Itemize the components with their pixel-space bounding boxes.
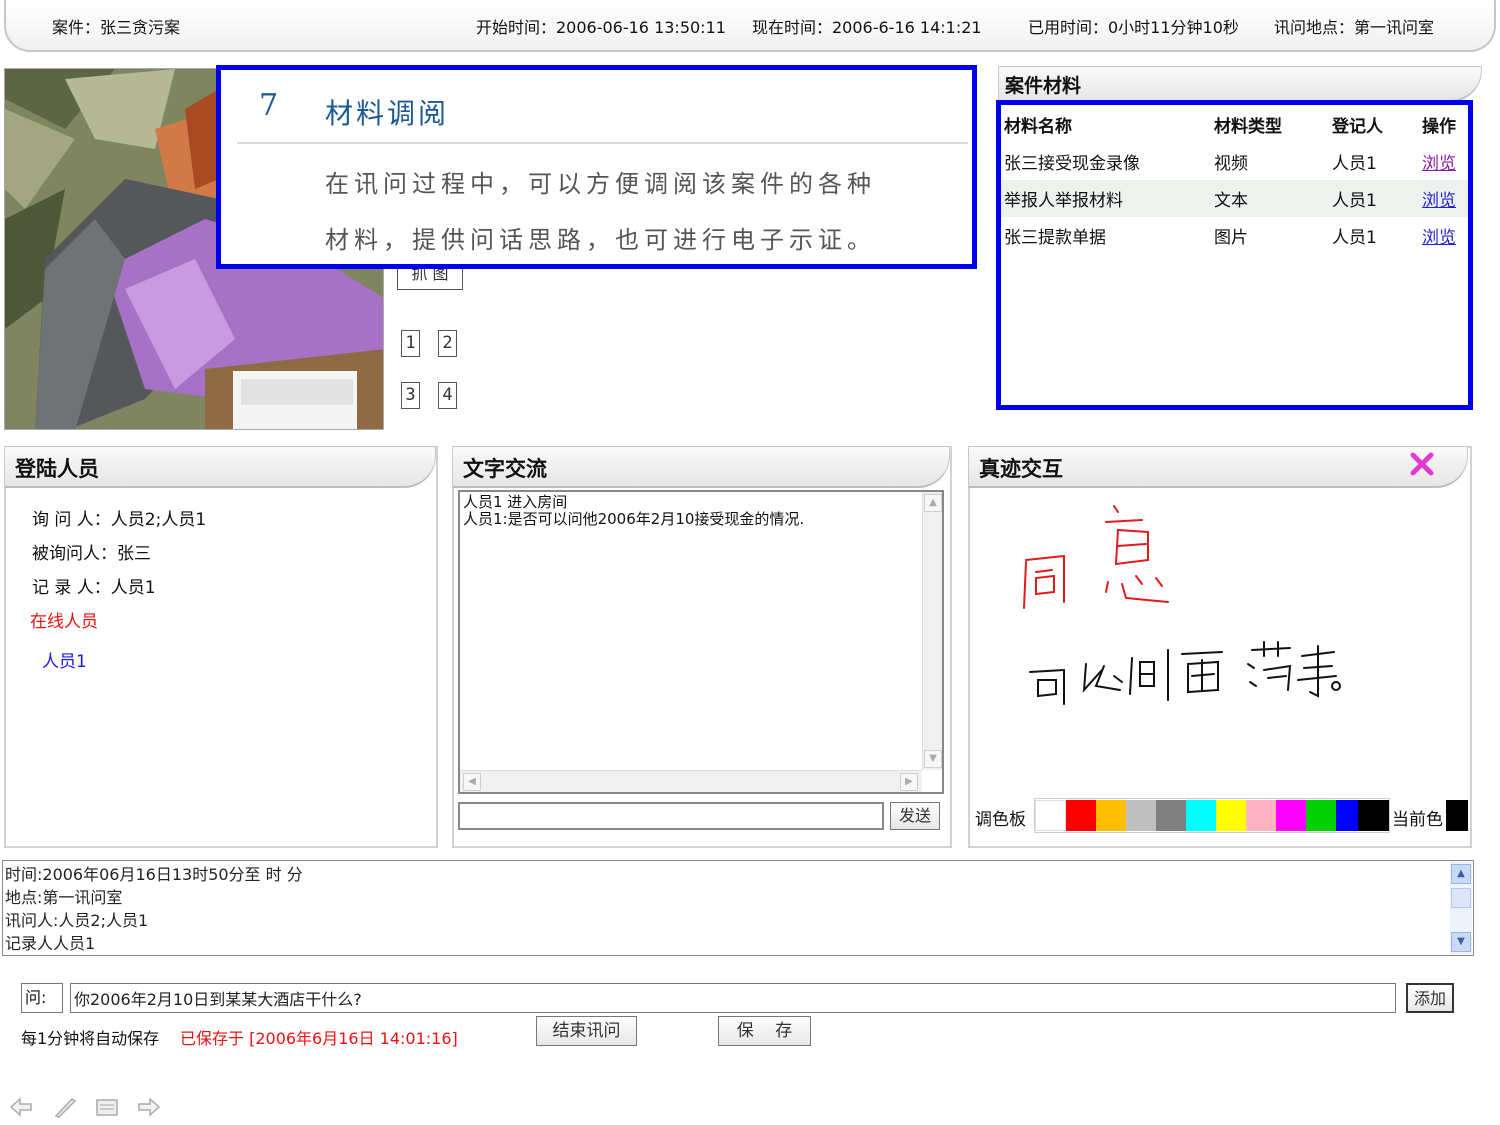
browse-link[interactable]: 浏览 xyxy=(1422,154,1456,174)
close-icon[interactable] xyxy=(1408,450,1436,478)
materials-header-row: 材料名称 材料类型 登记人 操作 xyxy=(1001,105,1468,143)
chat-log[interactable]: 人员1 进入房间 人员1:是否可以问他2006年2月10接受现金的情况. ▲ ▼… xyxy=(458,490,944,794)
record-scrollbar[interactable]: ▲ ▼ xyxy=(1450,862,1472,954)
palette-label: 调色板 xyxy=(975,810,1026,830)
color-swatch-orange[interactable] xyxy=(1096,800,1127,831)
record-line: 讯问人:人员2;人员1 xyxy=(5,911,149,930)
material-name: 张三提款单据 xyxy=(1001,217,1211,254)
record-line: 时间:2006年06月16日13时50分至 时 分 xyxy=(5,865,303,884)
material-name: 举报人举报材料 xyxy=(1001,180,1211,217)
saved-timestamp: 已保存于 [2006年6月16日 14:01:16] xyxy=(180,1029,458,1048)
send-button[interactable]: 发送 xyxy=(890,802,940,830)
interrogation-record[interactable]: 时间:2006年06月16日13时50分至 时 分 地点:第一讯问室 讯问人:人… xyxy=(2,860,1474,956)
callout-divider xyxy=(237,142,968,144)
color-swatch-cyan[interactable] xyxy=(1186,800,1217,831)
chat-vertical-scrollbar[interactable]: ▲ ▼ xyxy=(922,492,942,770)
end-interrogation-button[interactable]: 结束讯问 xyxy=(536,1016,637,1046)
scroll-down-icon[interactable]: ▼ xyxy=(1451,932,1471,952)
online-users-heading: 在线人员 xyxy=(30,612,98,632)
scroll-left-icon[interactable]: ◀ xyxy=(463,773,481,791)
material-type: 视频 xyxy=(1211,143,1329,180)
color-swatch-red[interactable] xyxy=(1066,800,1097,831)
channel-3-button[interactable]: 3 xyxy=(401,382,420,409)
elapsed-time: 已用时间：0小时11分钟10秒 xyxy=(1028,18,1239,37)
column-header-action: 操作 xyxy=(1422,116,1456,137)
color-swatch-gray[interactable] xyxy=(1156,800,1187,831)
column-header-registrar: 登记人 xyxy=(1332,116,1383,137)
question-input[interactable] xyxy=(70,983,1396,1013)
materials-panel-tab: 案件材料 xyxy=(998,66,1482,102)
chat-input[interactable] xyxy=(458,802,884,830)
materials-table: 材料名称 材料类型 登记人 操作 张三接受现金录像 视频 人员1 浏览 举报人举… xyxy=(1001,105,1468,254)
channel-1-button[interactable]: 1 xyxy=(401,330,420,357)
materials-panel: 材料名称 材料类型 登记人 操作 张三接受现金录像 视频 人员1 浏览 举报人举… xyxy=(996,100,1473,410)
material-name: 张三接受现金录像 xyxy=(1001,143,1211,180)
current-color-swatch xyxy=(1446,800,1468,831)
material-registrar: 人员1 xyxy=(1329,217,1419,254)
column-header-name: 材料名称 xyxy=(1004,116,1072,137)
back-arrow-icon[interactable] xyxy=(8,1095,34,1119)
current-time: 现在时间：2006-6-16 14:1:21 xyxy=(752,18,982,37)
menu-icon[interactable] xyxy=(94,1097,120,1119)
callout-line-2: 材料，提供问话思路，也可进行电子示证。 xyxy=(325,226,876,254)
material-registrar: 人员1 xyxy=(1329,143,1419,180)
add-question-button[interactable]: 添加 xyxy=(1406,983,1454,1013)
record-line: 记录人人员1 xyxy=(5,934,96,953)
column-header-type: 材料类型 xyxy=(1214,116,1282,137)
participants-list: 询 问 人：人员2;人员1 被询问人：张三 记 录 人：人员1 xyxy=(32,503,206,605)
callout-body: 在讯问过程中，可以方便调阅该案件的各种 材料，提供问话思路，也可进行电子示证。 xyxy=(325,156,925,268)
current-color-label: 当前色 xyxy=(1392,810,1443,830)
pen-icon[interactable] xyxy=(52,1095,78,1119)
autosave-note: 每1分钟将自动保存 xyxy=(21,1029,160,1048)
callout-title: 材料调阅 xyxy=(325,97,450,130)
callout-line-1: 在讯问过程中，可以方便调阅该案件的各种 xyxy=(325,170,876,198)
chat-panel-tab: 文字交流 xyxy=(452,446,950,488)
session-status-bar: 案件：张三贪污案 开始时间：2006-06-16 13:50:11 现在时间：2… xyxy=(4,0,1496,52)
question-label: 问: xyxy=(21,983,63,1013)
material-type: 文本 xyxy=(1211,180,1329,217)
channel-4-button[interactable]: 4 xyxy=(438,382,457,409)
chat-message: 人员1 进入房间 xyxy=(463,493,568,511)
table-row: 举报人举报材料 文本 人员1 浏览 xyxy=(1001,180,1468,217)
login-panel-tab: 登陆人员 xyxy=(4,446,436,488)
table-row: 张三接受现金录像 视频 人员1 浏览 xyxy=(1001,143,1468,180)
color-swatch-green[interactable] xyxy=(1306,800,1337,831)
color-swatch-white[interactable] xyxy=(1035,800,1066,831)
start-time: 开始时间：2006-06-16 13:50:11 xyxy=(476,18,726,37)
color-swatch-silver[interactable] xyxy=(1126,800,1157,831)
handwriting-panel-tab: 真迹交互 xyxy=(968,446,1468,488)
callout-number: 7 xyxy=(259,88,279,123)
chat-messages: 人员1 进入房间 人员1:是否可以问他2006年2月10接受现金的情况. xyxy=(463,494,804,528)
scroll-up-icon[interactable]: ▲ xyxy=(924,494,942,512)
browse-link[interactable]: 浏览 xyxy=(1422,228,1456,248)
material-registrar: 人员1 xyxy=(1329,180,1419,217)
case-name: 案件：张三贪污案 xyxy=(52,18,181,37)
color-swatch-yellow[interactable] xyxy=(1216,800,1247,831)
scroll-right-icon[interactable]: ▶ xyxy=(900,773,918,791)
scroll-up-icon[interactable]: ▲ xyxy=(1451,864,1471,884)
interrogator-label: 询 问 人：人员2;人员1 xyxy=(32,510,207,530)
forward-arrow-icon[interactable] xyxy=(136,1095,162,1119)
chat-horizontal-scrollbar[interactable]: ◀ ▶ xyxy=(460,770,922,792)
scroll-thumb[interactable] xyxy=(1451,888,1471,908)
table-row: 张三提款单据 图片 人员1 浏览 xyxy=(1001,217,1468,254)
scroll-down-icon[interactable]: ▼ xyxy=(924,750,942,768)
recorder-label: 记 录 人：人员1 xyxy=(32,578,156,598)
save-button[interactable]: 保 存 xyxy=(718,1016,811,1046)
material-type: 图片 xyxy=(1211,217,1329,254)
color-swatch-magenta[interactable] xyxy=(1276,800,1307,831)
channel-2-button[interactable]: 2 xyxy=(438,330,457,357)
interrogation-location: 讯问地点：第一讯问室 xyxy=(1274,18,1435,37)
color-swatch-black[interactable] xyxy=(1358,800,1389,831)
browse-link[interactable]: 浏览 xyxy=(1422,191,1456,211)
record-lines: 时间:2006年06月16日13时50分至 时 分 地点:第一讯问室 讯问人:人… xyxy=(5,863,303,955)
handwriting-canvas[interactable] xyxy=(972,490,1468,790)
color-swatch-pink[interactable] xyxy=(1246,800,1277,831)
record-line: 地点:第一讯问室 xyxy=(5,888,123,907)
chat-message: 人员1:是否可以问他2006年2月10接受现金的情况. xyxy=(463,510,805,528)
online-user-item[interactable]: 人员1 xyxy=(42,647,87,672)
feature-callout: 7 材料调阅 在讯问过程中，可以方便调阅该案件的各种 材料，提供问话思路，也可进… xyxy=(216,65,977,269)
interrogatee-label: 被询问人：张三 xyxy=(32,544,151,564)
